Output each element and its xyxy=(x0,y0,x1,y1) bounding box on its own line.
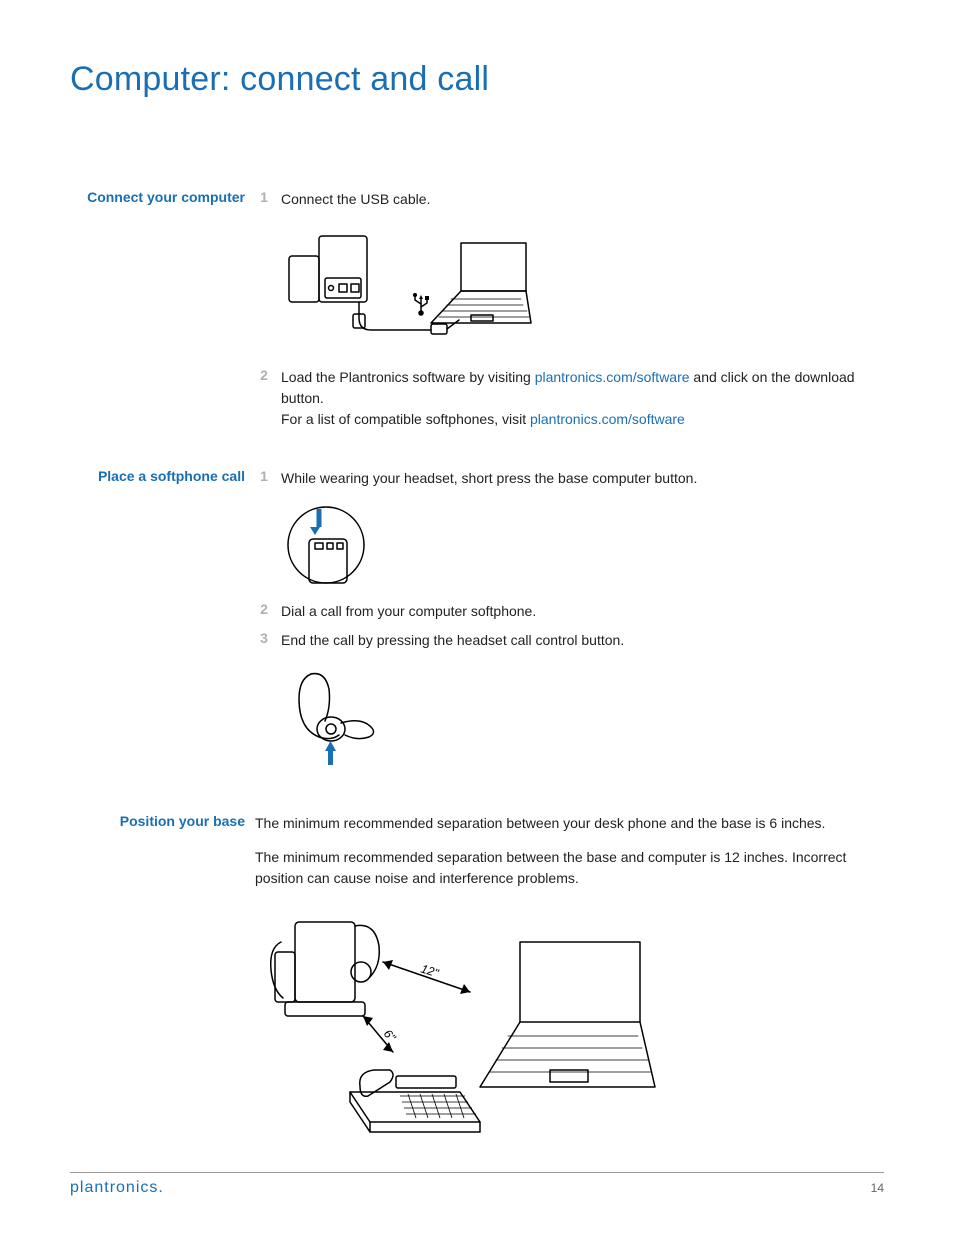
step-text: Connect the USB cable. xyxy=(273,189,884,210)
section-body-softphone: 1 While wearing your headset, short pres… xyxy=(255,468,884,783)
page-footer: plantronics. 14 xyxy=(70,1172,884,1197)
page: Computer: connect and call Connect your … xyxy=(0,0,954,1235)
step-softphone-2: 2 Dial a call from your computer softpho… xyxy=(255,601,884,622)
illustration-press-base-button xyxy=(281,497,884,587)
section-label-position: Position your base xyxy=(70,813,255,829)
position-para-1: The minimum recommended separation betwe… xyxy=(255,813,884,835)
step-connect-1: 1 Connect the USB cable. xyxy=(255,189,884,210)
step-text: While wearing your headset, short press … xyxy=(273,468,884,489)
step-number: 2 xyxy=(255,601,273,617)
section-label-softphone: Place a softphone call xyxy=(70,468,255,484)
page-title: Computer: connect and call xyxy=(70,60,884,99)
distance-label-12: 12" xyxy=(419,962,441,981)
step-text: Load the Plantronics software by visitin… xyxy=(273,367,884,430)
distance-label-6: 6" xyxy=(381,1027,399,1045)
position-para-2: The minimum recommended separation betwe… xyxy=(255,847,884,890)
link-software-2[interactable]: plantronics.com/software xyxy=(530,411,685,427)
section-connect: Connect your computer 1 Connect the USB … xyxy=(70,189,884,438)
illustration-position-distances: 12" 6" xyxy=(255,902,884,1142)
illustration-usb-connection xyxy=(281,218,884,353)
step-softphone-1: 1 While wearing your headset, short pres… xyxy=(255,468,884,489)
illustration-headset-call-button xyxy=(281,659,884,769)
section-label-connect: Connect your computer xyxy=(70,189,255,205)
section-body-connect: 1 Connect the USB cable. xyxy=(255,189,884,438)
step-number: 1 xyxy=(255,189,273,205)
step-text: End the call by pressing the headset cal… xyxy=(273,630,884,651)
step-softphone-3: 3 End the call by pressing the headset c… xyxy=(255,630,884,651)
section-body-position: The minimum recommended separation betwe… xyxy=(255,813,884,1156)
section-softphone: Place a softphone call 1 While wearing y… xyxy=(70,468,884,783)
footer-logo: plantronics. xyxy=(70,1179,164,1197)
text-fragment: Load the Plantronics software by visitin… xyxy=(281,369,535,385)
step-number: 2 xyxy=(255,367,273,383)
step-number: 3 xyxy=(255,630,273,646)
step-text: Dial a call from your computer softphone… xyxy=(273,601,884,622)
section-position: Position your base The minimum recommend… xyxy=(70,813,884,1156)
footer-page-number: 14 xyxy=(871,1181,884,1195)
step-number: 1 xyxy=(255,468,273,484)
link-software-1[interactable]: plantronics.com/software xyxy=(535,369,690,385)
text-fragment: For a list of compatible softphones, vis… xyxy=(281,411,530,427)
step-connect-2: 2 Load the Plantronics software by visit… xyxy=(255,367,884,430)
